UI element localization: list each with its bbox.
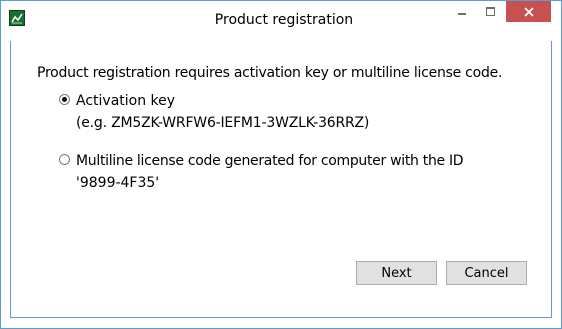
- title-bar[interactable]: Product registration: [1, 1, 561, 40]
- close-button[interactable]: [506, 1, 551, 22]
- activation-key-example: (e.g. ZM5ZK-WRFW6-IEFM1-3WZLK-36RRZ): [76, 115, 370, 131]
- minimize-button[interactable]: [449, 1, 475, 22]
- multiline-license-radio[interactable]: [59, 154, 70, 165]
- cancel-button[interactable]: Cancel: [446, 261, 527, 285]
- close-icon: [523, 6, 534, 17]
- maximize-icon: [485, 7, 495, 16]
- registration-dialog: Product registration Product registratio…: [0, 0, 562, 329]
- computer-id-text: '9899-4F35': [76, 175, 160, 191]
- maximize-button[interactable]: [477, 1, 503, 22]
- dialog-content: Product registration requires activation…: [10, 41, 552, 318]
- intro-text: Product registration requires activation…: [37, 65, 503, 81]
- minimize-icon: [458, 12, 466, 15]
- next-button[interactable]: Next: [356, 261, 437, 285]
- activation-key-radio[interactable]: [59, 94, 70, 105]
- multiline-license-label[interactable]: Multiline license code generated for com…: [76, 153, 464, 169]
- activation-key-label[interactable]: Activation key: [76, 93, 175, 109]
